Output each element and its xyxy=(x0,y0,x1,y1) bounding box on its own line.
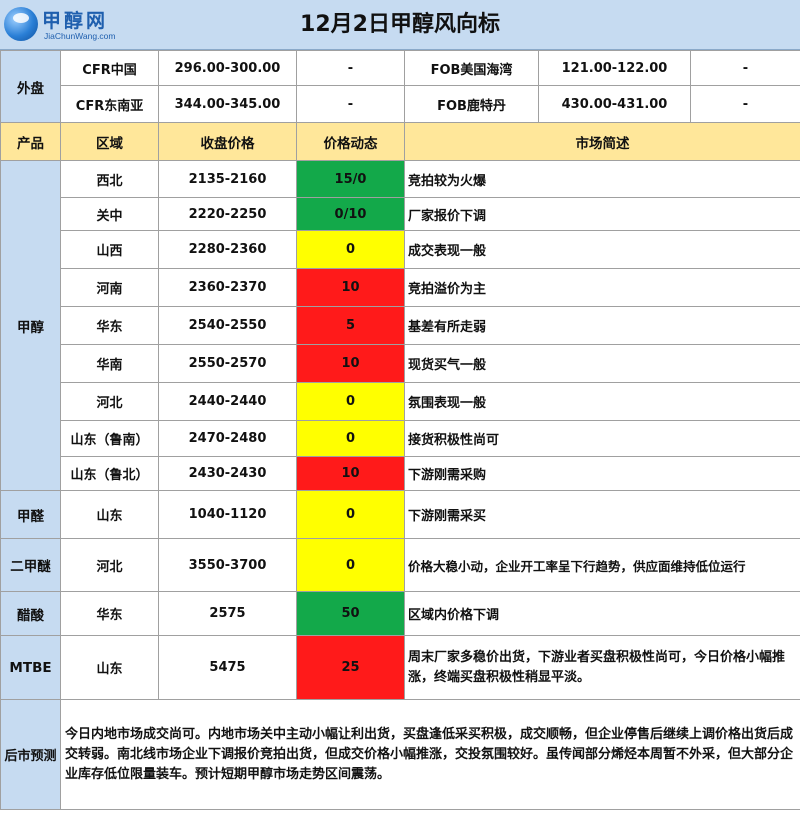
outer-row: 外盘 CFR中国 296.00-300.00 - FOB美国海湾 121.00-… xyxy=(0,50,800,123)
column-header-region: 区域 xyxy=(60,122,159,161)
product-mtbe: MTBE xyxy=(0,635,61,700)
outer-change: - xyxy=(296,50,405,86)
region-cell: 河北 xyxy=(60,538,159,592)
comment-cell: 基差有所走弱 xyxy=(404,306,800,345)
price-table: 外盘 CFR中国 296.00-300.00 - FOB美国海湾 121.00-… xyxy=(0,50,800,810)
product-dme: 二甲醚 xyxy=(0,538,61,592)
windvane-sheet: 甲醇网 JiaChunWang.com 12月2日甲醇风向标 外盘 CFR中国 … xyxy=(0,0,800,821)
table-row: MTBE 山东 5475 25 周末厂家多稳价出货，下游业者买盘积极性尚可，今日… xyxy=(0,635,800,700)
price-cell: 3550-3700 xyxy=(158,538,297,592)
table-row: 山东（鲁北） 2430-2430 10 下游刚需采购 xyxy=(1,456,800,491)
price-cell: 2440-2440 xyxy=(158,382,297,421)
page-title: 12月2日甲醇风向标 xyxy=(300,12,500,37)
price-cell: 2540-2550 xyxy=(158,306,297,345)
region-cell: 西北 xyxy=(60,160,159,198)
change-cell: 0 xyxy=(296,420,405,457)
table-row: 关中 2220-2250 0/10 厂家报价下调 xyxy=(1,197,800,231)
comment-cell: 现货买气一般 xyxy=(404,344,800,383)
table-row: 华东 2540-2550 5 基差有所走弱 xyxy=(1,306,800,345)
change-cell: 15/0 xyxy=(296,160,405,198)
region-cell: 山西 xyxy=(60,230,159,269)
header-band: 甲醇网 JiaChunWang.com 12月2日甲醇风向标 xyxy=(0,0,800,50)
table-row: 华南 2550-2570 10 现货买气一般 xyxy=(1,344,800,383)
table-row: 河南 2360-2370 10 竞拍溢价为主 xyxy=(1,268,800,307)
forecast-text: 今日内地市场成交尚可。内地市场关中主动小幅让利出货，买盘逢低采买积极，成交顺畅，… xyxy=(60,699,800,810)
column-header-change: 价格动态 xyxy=(296,122,405,161)
outer-name: CFR中国 xyxy=(60,50,159,86)
change-cell: 5 xyxy=(296,306,405,345)
region-cell: 华东 xyxy=(60,306,159,345)
table-row: 山东（鲁南） 2470-2480 0 接货积极性尚可 xyxy=(1,420,800,457)
change-cell: 0 xyxy=(296,382,405,421)
outer-price: 344.00-345.00 xyxy=(158,85,297,123)
outer-name: CFR东南亚 xyxy=(60,85,159,123)
table-row: 醋酸 华东 2575 50 区域内价格下调 xyxy=(0,591,800,636)
change-cell: 50 xyxy=(296,591,405,636)
table-row: 甲醛 山东 1040-1120 0 下游刚需采买 xyxy=(0,490,800,539)
change-cell: 10 xyxy=(296,268,405,307)
price-cell: 2280-2360 xyxy=(158,230,297,269)
region-cell: 山东 xyxy=(60,635,159,700)
comment-cell: 厂家报价下调 xyxy=(404,197,800,231)
region-cell: 河北 xyxy=(60,382,159,421)
price-cell: 2220-2250 xyxy=(158,197,297,231)
forecast-label: 后市预测 xyxy=(0,699,61,810)
comment-cell: 接货积极性尚可 xyxy=(404,420,800,457)
region-cell: 关中 xyxy=(60,197,159,231)
comment-cell: 竞拍较为火爆 xyxy=(404,160,800,198)
comment-cell: 区域内价格下调 xyxy=(404,591,800,636)
region-cell: 河南 xyxy=(60,268,159,307)
column-header-price: 收盘价格 xyxy=(158,122,297,161)
outer-change: - xyxy=(296,85,405,123)
change-cell: 10 xyxy=(296,344,405,383)
outer-name: FOB美国海湾 xyxy=(404,50,539,86)
outer-name: FOB鹿特丹 xyxy=(404,85,539,123)
table-row: 山西 2280-2360 0 成交表现一般 xyxy=(1,230,800,269)
price-cell: 2430-2430 xyxy=(158,456,297,491)
price-cell: 2470-2480 xyxy=(158,420,297,457)
change-cell: 0 xyxy=(296,490,405,539)
product-formaldehyde: 甲醛 xyxy=(0,490,61,539)
table-row: 二甲醚 河北 3550-3700 0 价格大稳小动，企业开工率呈下行趋势，供应面… xyxy=(0,538,800,592)
region-cell: 山东 xyxy=(60,490,159,539)
table-row: 甲醇 西北 2135-2160 15/0 竞拍较为火爆 xyxy=(0,160,800,491)
price-cell: 2575 xyxy=(158,591,297,636)
comment-cell: 周末厂家多稳价出货，下游业者买盘积极性尚可，今日价格小幅推涨，终端买盘积极性稍显… xyxy=(404,635,800,700)
comment-cell: 下游刚需采买 xyxy=(404,490,800,539)
price-cell: 2135-2160 xyxy=(158,160,297,198)
change-cell: 10 xyxy=(296,456,405,491)
outer-price: 121.00-122.00 xyxy=(538,50,691,86)
change-cell: 0 xyxy=(296,538,405,592)
outer-label: 外盘 xyxy=(0,50,61,123)
outer-price: 430.00-431.00 xyxy=(538,85,691,123)
comment-cell: 下游刚需采购 xyxy=(404,456,800,491)
comment-cell: 成交表现一般 xyxy=(404,230,800,269)
column-header-row: 产品 区域 收盘价格 价格动态 市场简述 xyxy=(0,122,800,161)
price-cell: 1040-1120 xyxy=(158,490,297,539)
outer-price: 296.00-300.00 xyxy=(158,50,297,86)
product-methanol: 甲醇 xyxy=(0,160,61,491)
region-cell: 山东（鲁北） xyxy=(60,456,159,491)
forecast-row: 后市预测 今日内地市场成交尚可。内地市场关中主动小幅让利出货，买盘逢低采买积极，… xyxy=(0,699,800,810)
comment-cell: 价格大稳小动，企业开工率呈下行趋势，供应面维持低位运行 xyxy=(404,538,800,592)
change-cell: 0 xyxy=(296,230,405,269)
region-cell: 山东（鲁南） xyxy=(60,420,159,457)
product-acetic-acid: 醋酸 xyxy=(0,591,61,636)
column-header-product: 产品 xyxy=(0,122,61,161)
change-cell: 25 xyxy=(296,635,405,700)
outer-change: - xyxy=(690,85,800,123)
comment-cell: 氛围表现一般 xyxy=(404,382,800,421)
region-cell: 华南 xyxy=(60,344,159,383)
price-cell: 2550-2570 xyxy=(158,344,297,383)
price-cell: 2360-2370 xyxy=(158,268,297,307)
price-cell: 5475 xyxy=(158,635,297,700)
comment-cell: 竞拍溢价为主 xyxy=(404,268,800,307)
column-header-comment: 市场简述 xyxy=(404,122,800,161)
outer-change: - xyxy=(690,50,800,86)
table-row: 河北 2440-2440 0 氛围表现一般 xyxy=(1,382,800,421)
outer-row: CFR东南亚 344.00-345.00 - FOB鹿特丹 430.00-431… xyxy=(1,85,800,123)
region-cell: 华东 xyxy=(60,591,159,636)
change-cell: 0/10 xyxy=(296,197,405,231)
